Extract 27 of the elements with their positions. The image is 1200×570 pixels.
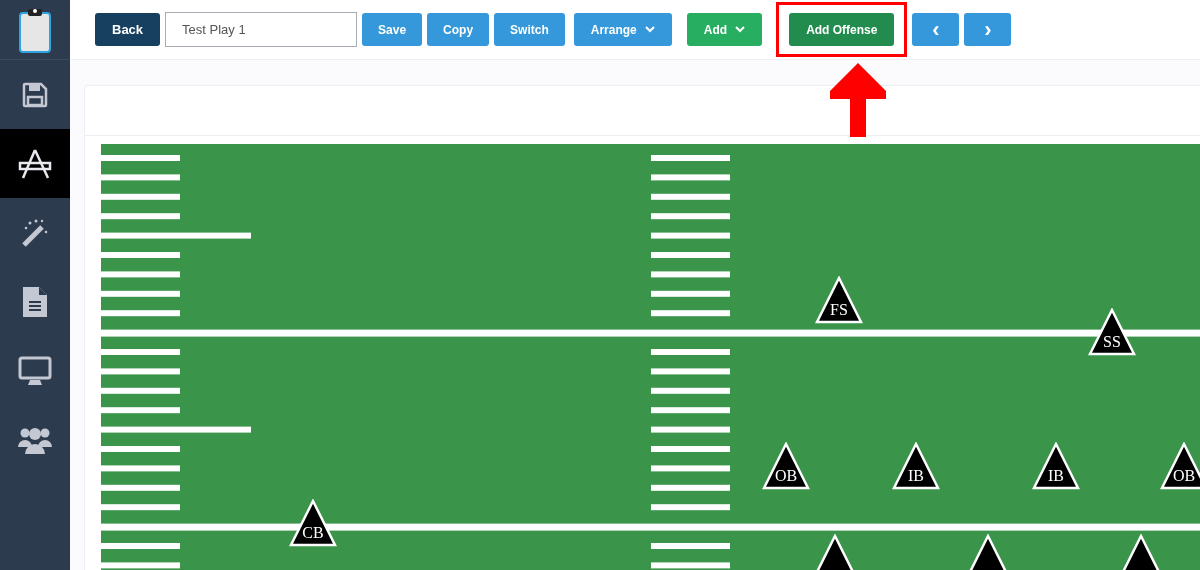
compass-ruler-icon: [18, 147, 52, 180]
player-marker: OB: [1160, 442, 1200, 490]
dropdown-button[interactable]: Arrange: [573, 13, 672, 46]
monitor-icon: [18, 355, 52, 386]
player-marker: IB: [892, 442, 940, 490]
sidebar-item[interactable]: [0, 129, 70, 198]
previous-button[interactable]: ‹: [912, 13, 960, 46]
toolbar-button[interactable]: Copy: [427, 13, 490, 46]
play-name-field[interactable]: Test Play 1: [165, 12, 358, 47]
add-offense-button[interactable]: Add Offense: [789, 13, 895, 46]
toolbar-button[interactable]: Save: [362, 13, 423, 46]
chevron-down-icon: [644, 26, 655, 33]
player-marker: CB: [289, 499, 337, 547]
player-marker: IB: [1032, 442, 1080, 490]
document-icon: [22, 285, 48, 318]
magic-wand-icon: [20, 217, 50, 248]
toolbar-button[interactable]: Switch: [494, 13, 565, 46]
player-marker: OB: [762, 442, 810, 490]
pointer-arrow-icon: [830, 63, 886, 137]
next-button[interactable]: ›: [964, 13, 1012, 46]
back-button[interactable]: Back: [95, 13, 161, 46]
chevron-down-icon: [735, 26, 746, 33]
dropdown-button[interactable]: Add: [686, 13, 763, 46]
player-marker: SS: [1088, 308, 1136, 356]
player-marker: FS: [815, 276, 863, 324]
save-icon: [22, 81, 48, 108]
clipboard-icon: [18, 6, 52, 53]
